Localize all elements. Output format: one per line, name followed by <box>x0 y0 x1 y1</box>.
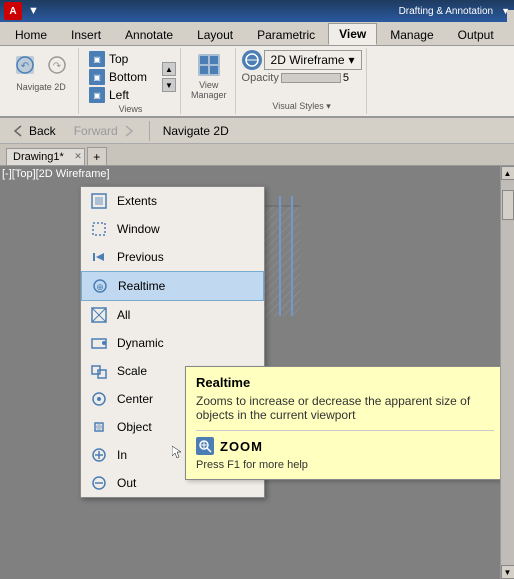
view-manager-label: View <box>199 80 218 90</box>
view-top-icon: ▣ <box>89 51 105 67</box>
center-icon <box>89 389 109 409</box>
navigate-group: ↶ ↷ Navigate 2D <box>4 48 79 114</box>
canvas-label: [-][Top][2D Wireframe] <box>2 168 110 180</box>
tab-view[interactable]: View <box>328 23 377 45</box>
forward-button[interactable]: ↷ <box>42 50 72 80</box>
view-manager-group: View Manager <box>183 48 236 114</box>
tooltip-title: Realtime <box>196 375 494 390</box>
previous-icon <box>89 247 109 267</box>
scroll-down-button[interactable]: ▼ <box>501 565 514 579</box>
new-tab-button[interactable]: + <box>87 147 107 165</box>
visual-styles-group: 2D Wireframe ▾ Opacity 5 Visual Styles ▾ <box>238 48 367 114</box>
toolbar-area: Back Forward Navigate 2D <box>0 118 514 144</box>
view-top[interactable]: ▣ Top <box>85 50 160 68</box>
dynamic-icon <box>89 333 109 353</box>
drawing-tab[interactable]: Drawing1* ✕ <box>6 148 85 165</box>
menu-item-previous[interactable]: Previous <box>81 243 264 271</box>
tab-output[interactable]: Output <box>447 24 505 45</box>
cursor-indicator <box>172 446 184 458</box>
forward-nav-button[interactable]: Forward <box>67 120 143 142</box>
view-left[interactable]: ▣ Left <box>85 86 160 104</box>
tooltip-help-text: Press F1 for more help <box>196 459 494 471</box>
main-area: [-][Top][2D Wireframe] <box>0 166 514 579</box>
scrollbar-track[interactable] <box>501 180 514 565</box>
close-tab-button[interactable]: ✕ <box>74 151 82 162</box>
menu-item-realtime[interactable]: ⊕ Realtime <box>81 271 264 301</box>
back-nav-button[interactable]: Back <box>4 120 63 142</box>
view-left-icon: ▣ <box>89 87 105 103</box>
visual-styles-label: Visual Styles ▾ <box>242 101 362 112</box>
extents-icon <box>89 191 109 211</box>
view-manager-button[interactable] <box>194 50 224 80</box>
menu-item-dynamic[interactable]: Dynamic <box>81 329 264 357</box>
tab-annotate[interactable]: Annotate <box>114 24 184 45</box>
separator <box>149 121 150 141</box>
app-title: ▼ <box>28 5 39 17</box>
tab-bar: Drawing1* ✕ + <box>0 144 514 166</box>
window-icon <box>89 219 109 239</box>
app-logo: A <box>4 2 22 20</box>
navigate-2d-toolbar[interactable]: Navigate 2D <box>156 121 236 141</box>
object-icon <box>89 417 109 437</box>
views-group: ▣ Top ▣ Bottom ▣ Left ▲ ▼ Views <box>81 48 181 114</box>
in-icon <box>89 445 109 465</box>
scrollbar-thumb[interactable] <box>502 190 514 220</box>
tab-home[interactable]: Home <box>4 24 58 45</box>
tab-layout[interactable]: Layout <box>186 24 244 45</box>
svg-text:⊕: ⊕ <box>96 282 104 292</box>
navigate-label: Navigate 2D <box>16 82 66 92</box>
views-scroll-down[interactable]: ▼ <box>162 78 176 92</box>
visual-style-icon <box>242 50 262 70</box>
tooltip-description: Zooms to increase or decrease the appare… <box>196 394 494 422</box>
back-button[interactable]: ↶ <box>10 50 40 80</box>
tab-parametric[interactable]: Parametric <box>246 24 326 45</box>
ribbon-tabs: Home Insert Annotate Layout Parametric V… <box>0 22 514 46</box>
opacity-value: 5 <box>343 72 349 84</box>
ribbon-panel: ↶ ↷ Navigate 2D ▣ Top ▣ Bottom <box>0 46 514 118</box>
opacity-label: Opacity <box>242 72 279 84</box>
menu-item-extents[interactable]: Extents <box>81 187 264 215</box>
scroll-up-button[interactable]: ▲ <box>501 166 514 180</box>
svg-text:↶: ↶ <box>21 61 29 72</box>
realtime-icon: ⊕ <box>90 276 110 296</box>
vertical-scrollbar[interactable]: ▲ ▼ <box>500 166 514 579</box>
all-icon <box>89 305 109 325</box>
menu-item-all[interactable]: All <box>81 301 264 329</box>
out-icon <box>89 473 109 493</box>
views-label: Views <box>85 104 176 114</box>
drawing-canvas[interactable]: Extents Window Previous ⊕ Realtime <box>0 166 500 579</box>
svg-text:↷: ↷ <box>53 61 62 72</box>
tooltip-box: Realtime Zooms to increase or decrease t… <box>185 366 500 480</box>
title-bar: A ▼ Drafting & Annotation ▼ <box>0 0 514 22</box>
tab-plugins[interactable]: Plug-ins <box>507 10 514 45</box>
workspace-selector[interactable]: Drafting & Annotation <box>399 6 494 17</box>
tooltip-zoom-label: ZOOM <box>220 439 263 454</box>
view-bottom[interactable]: ▣ Bottom <box>85 68 160 86</box>
tab-manage[interactable]: Manage <box>379 24 444 45</box>
scale-icon <box>89 361 109 381</box>
views-scroll-up[interactable]: ▲ <box>162 62 176 76</box>
wireframe-selector[interactable]: 2D Wireframe ▾ <box>264 50 362 70</box>
opacity-slider[interactable] <box>281 73 341 83</box>
tab-insert[interactable]: Insert <box>60 24 112 45</box>
menu-item-window[interactable]: Window <box>81 215 264 243</box>
tooltip-zoom-icon <box>196 437 214 455</box>
view-bottom-icon: ▣ <box>89 69 105 85</box>
